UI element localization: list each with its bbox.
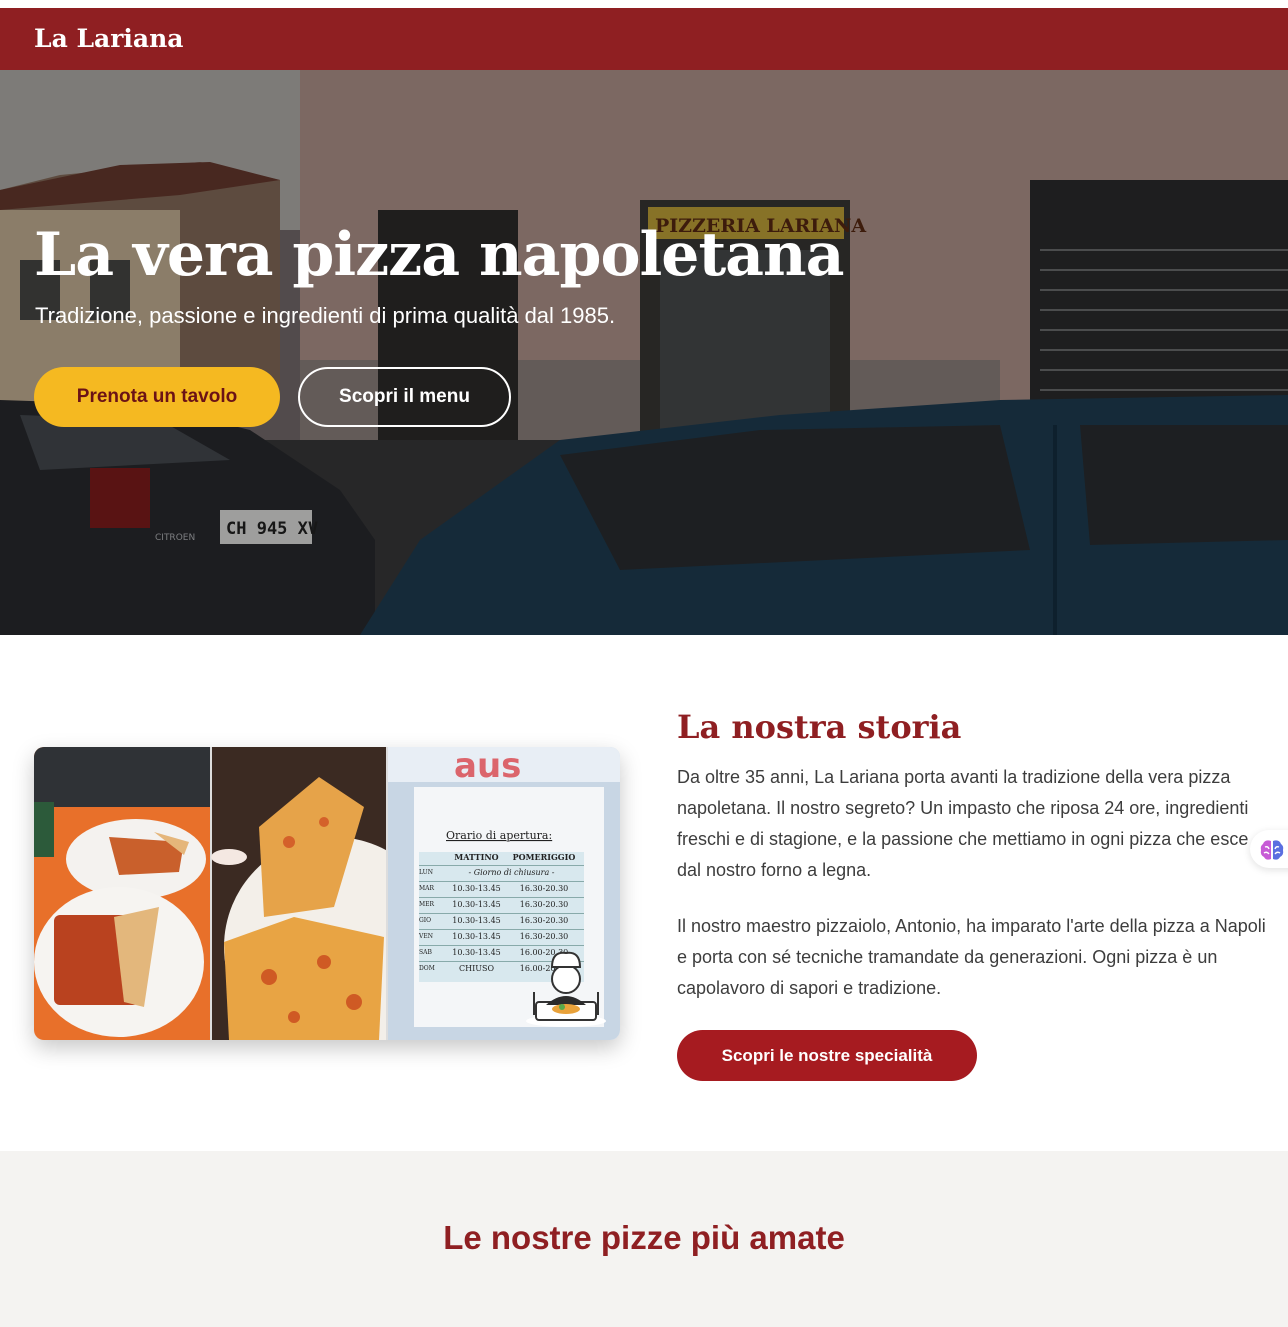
hours-closed-note: - Giorno di chiusura -	[468, 868, 555, 877]
hero-dark-overlay	[0, 70, 1288, 635]
hours-row: MER 10.30-13.45 16.30-20.30	[419, 898, 584, 914]
svg-text:aus: aus	[454, 747, 521, 786]
hero-title: La vera pizza napoletana	[34, 220, 845, 290]
hero-subtitle: Tradizione, passione e ingredienti di pr…	[35, 303, 616, 328]
hours-day: LUN	[419, 869, 433, 876]
hours-row: GIO 10.30-13.45 16.30-20.30	[419, 914, 584, 930]
chef-icon	[526, 951, 606, 1027]
collage-photo-table	[34, 747, 210, 1040]
discover-specialties-button[interactable]: Scopri le nostre specialità	[677, 1030, 977, 1081]
favorites-title: Le nostre pizze più amate	[443, 1219, 845, 1256]
ai-assistant-widget[interactable]	[1250, 830, 1288, 868]
favorites-section: Le nostre pizze più amate	[0, 1151, 1288, 1327]
story-paragraph: Il nostro maestro pizzaiolo, Antonio, ha…	[677, 916, 1266, 998]
hours-row: MAR 10.30-13.45 16.30-20.30	[419, 882, 584, 898]
hours-col-morning: MATTINO	[454, 852, 499, 862]
brain-icon	[1260, 840, 1284, 860]
hero-section: PIZZERIA LARIANA CH 945 XV CITROEN La ve…	[0, 70, 1288, 635]
top-navbar: La Lariana	[0, 8, 1288, 70]
story-section: aus Orario di apertura: MATTINO POMERIGG…	[0, 635, 1288, 1151]
hours-sign-title: Orario di apertura:	[446, 829, 552, 842]
hours-col-afternoon: POMERIGGIO	[512, 852, 576, 862]
story-paragraph: Da oltre 35 anni, La Lariana porta avant…	[677, 767, 1249, 880]
brand-logo[interactable]: La Lariana	[34, 24, 184, 53]
discover-menu-button[interactable]: Scopri il menu	[298, 367, 511, 427]
hours-row: VEN 10.30-13.45 16.30-20.30	[419, 930, 584, 946]
photo-collage: aus Orario di apertura: MATTINO POMERIGG…	[34, 747, 620, 1040]
story-title: La nostra storia	[677, 708, 962, 746]
book-table-button[interactable]: Prenota un tavolo	[34, 367, 280, 427]
